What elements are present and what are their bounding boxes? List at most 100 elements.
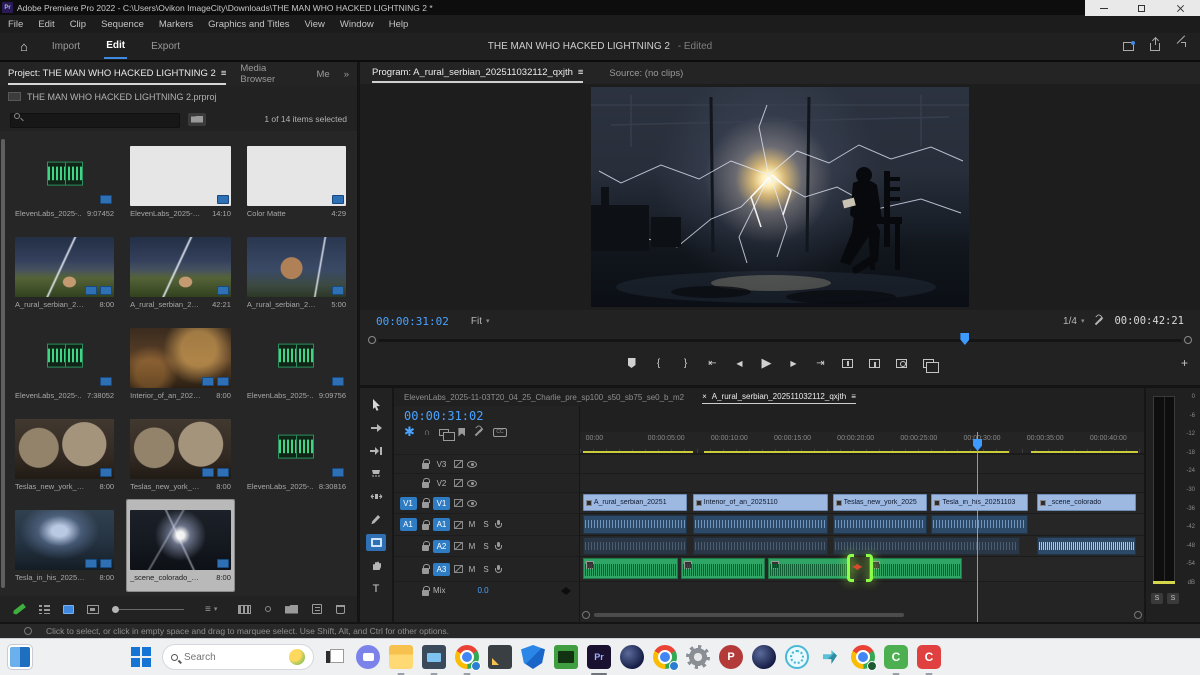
button-editor-icon[interactable]: + <box>1181 356 1188 370</box>
menu-edit[interactable]: Edit <box>38 19 54 30</box>
program-timecode[interactable]: 00:00:31:02 <box>376 315 449 328</box>
tab-import[interactable]: Import <box>50 35 82 58</box>
menu-sequence[interactable]: Sequence <box>101 19 144 30</box>
go-to-out-icon[interactable]: ⇥ <box>815 358 827 369</box>
comparison-view-icon[interactable] <box>923 359 934 368</box>
menu-view[interactable]: View <box>305 19 325 30</box>
track-visibility-icon[interactable] <box>467 480 477 487</box>
track-mix[interactable] <box>580 581 1144 599</box>
project-item[interactable]: ElevenLabs_2025-11-..14:10 <box>127 136 234 227</box>
brain-app-icon[interactable] <box>785 645 809 669</box>
dark-app-icon[interactable] <box>488 645 512 669</box>
sync-lock-icon[interactable] <box>454 565 463 573</box>
tab-timeline-inactive[interactable]: ElevenLabs_2025-11-03T20_04_25_Charlie_p… <box>404 393 684 402</box>
linked-selection-icon[interactable] <box>439 429 449 436</box>
panel-menu-icon[interactable]: ≡ <box>578 67 584 78</box>
lock-icon[interactable] <box>422 482 429 488</box>
mix-gain-value[interactable]: 0.0 <box>477 586 488 595</box>
timeline-clip[interactable]: Tesla_in_his_20251103 <box>931 494 1028 511</box>
extract-icon[interactable] <box>869 359 880 368</box>
lock-icon[interactable] <box>422 545 429 551</box>
list-view-icon[interactable] <box>39 605 50 614</box>
new-item-icon[interactable] <box>312 604 322 614</box>
timeline-settings-icon[interactable] <box>474 427 484 437</box>
delete-icon[interactable] <box>336 605 345 614</box>
menu-markers[interactable]: Markers <box>159 19 193 30</box>
program-playhead[interactable] <box>960 333 969 345</box>
zoom-handle-left[interactable] <box>582 611 590 619</box>
voiceover-clip[interactable] <box>583 558 678 579</box>
timeline-clip[interactable]: _scene_colorado <box>1037 494 1136 511</box>
lock-icon[interactable] <box>422 463 429 469</box>
audio-clip[interactable] <box>693 515 828 534</box>
panel-menu-icon[interactable]: ≡ <box>221 68 227 79</box>
tab-metadata[interactable]: Me <box>317 69 330 80</box>
panel-overflow-icon[interactable]: » <box>344 69 349 80</box>
home-icon[interactable]: ⌂ <box>20 39 28 54</box>
timeline-clip[interactable]: Interior_of_an_2025110 <box>693 494 828 511</box>
widgets-icon[interactable] <box>8 645 32 669</box>
mute-button[interactable]: M <box>467 565 477 574</box>
solo-right-button[interactable]: S <box>1167 593 1179 604</box>
audio-clip[interactable] <box>833 537 1020 555</box>
voiceover-record-icon[interactable] <box>495 565 501 574</box>
track-v2[interactable] <box>580 473 1144 492</box>
source-patch-a1[interactable]: A1 <box>400 518 417 531</box>
menu-clip[interactable]: Clip <box>70 19 86 30</box>
thumbnail-zoom-slider[interactable] <box>112 609 184 610</box>
find-icon[interactable] <box>265 606 271 612</box>
audio-clip[interactable] <box>693 537 828 555</box>
tab-export[interactable]: Export <box>149 35 182 58</box>
play-icon[interactable]: ▶ <box>761 355 773 371</box>
export-frame-icon[interactable] <box>896 359 907 368</box>
maximize-icon[interactable] <box>1138 5 1145 12</box>
task-view-icon[interactable] <box>323 645 347 669</box>
file-explorer-icon[interactable] <box>389 645 413 669</box>
tab-media-browser[interactable]: Media Browser <box>240 63 302 85</box>
ripple-edit-tool[interactable] <box>366 442 386 459</box>
voiceover-record-icon[interactable] <box>495 542 501 551</box>
tab-program[interactable]: Program: A_rural_serbian_202511032112_qx… <box>372 64 583 83</box>
project-item[interactable]: ElevenLabs_2025-..7:38052 <box>12 318 117 409</box>
teams-chat-icon[interactable] <box>356 645 380 669</box>
voiceover-clip[interactable] <box>768 558 849 579</box>
sync-lock-icon[interactable] <box>454 479 463 487</box>
lock-icon[interactable] <box>422 524 429 530</box>
sync-lock-icon[interactable] <box>454 542 463 550</box>
pen-tool[interactable] <box>366 511 386 528</box>
voiceover-clip[interactable] <box>681 558 765 579</box>
sort-icons-button[interactable]: ≡▾ <box>205 604 217 615</box>
project-search-input[interactable] <box>10 113 180 128</box>
mute-button[interactable]: M <box>467 520 477 529</box>
track-label[interactable]: A2 <box>433 540 450 553</box>
project-item[interactable]: Teslas_new_york_202..8:00 <box>127 409 234 500</box>
project-item[interactable]: Tesla_in_his_2025110..8:00 <box>12 500 117 591</box>
trim-edit-indicator[interactable]: ◀▶ <box>850 554 870 582</box>
step-back-icon[interactable]: ◀ <box>734 359 746 368</box>
step-forward-icon[interactable]: ▶ <box>788 359 800 368</box>
premiere-taskbar-icon[interactable]: Pr <box>587 645 611 669</box>
go-to-in-icon[interactable]: ⇤ <box>707 358 719 369</box>
settings-gear-icon[interactable] <box>686 645 710 669</box>
slip-tool[interactable] <box>366 488 386 505</box>
type-tool[interactable]: T <box>366 580 386 597</box>
audio-clip[interactable] <box>833 515 927 534</box>
scrub-zoom-handle-left[interactable] <box>368 336 376 344</box>
menu-file[interactable]: File <box>8 19 23 30</box>
project-item[interactable]: Interior_of_an_202511..8:00 <box>127 318 234 409</box>
scrub-zoom-handle-right[interactable] <box>1184 336 1192 344</box>
playback-resolution-select[interactable]: 1/4▾ <box>1063 316 1084 327</box>
track-select-forward-tool[interactable] <box>366 419 386 436</box>
mute-button[interactable]: M <box>467 542 477 551</box>
zoom-level-select[interactable]: Fit▾ <box>471 316 490 327</box>
search-input[interactable] <box>184 652 264 663</box>
workspace-icon[interactable] <box>1123 42 1134 51</box>
zoom-handle-right[interactable] <box>1134 611 1142 619</box>
project-item-selected[interactable]: _scene_colorado_2025..8:00 <box>127 500 234 591</box>
project-item[interactable]: Color Matte4:29 <box>244 136 349 227</box>
close-icon[interactable] <box>1176 4 1185 13</box>
windows-security-icon[interactable] <box>521 645 545 669</box>
tab-timeline-active[interactable]: × A_rural_serbian_202511032112_qxjth ≡ <box>702 390 856 404</box>
mark-out-icon[interactable]: } <box>680 358 692 369</box>
add-marker-icon[interactable] <box>458 428 465 437</box>
